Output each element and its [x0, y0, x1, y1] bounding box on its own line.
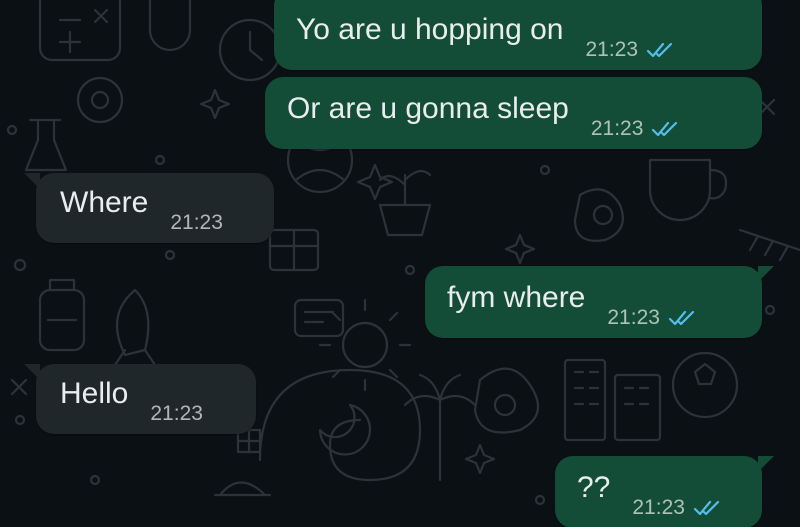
message-time: 21:23	[170, 211, 223, 234]
bubble-tail	[24, 364, 40, 380]
message-bubble-outgoing[interactable]: Or are u gonna sleep 21:23	[265, 77, 762, 149]
message-text: Where	[60, 186, 149, 219]
bubble-tail	[758, 456, 774, 472]
message-text: Or are u gonna sleep	[287, 92, 569, 125]
message-text: fym where	[447, 281, 586, 314]
message-meta: 21:23	[591, 117, 682, 141]
message-time: 21:23	[585, 38, 639, 61]
message-meta: 21:23	[170, 211, 223, 235]
message-bubble-outgoing[interactable]: Yo are u hopping on 21:23	[274, 0, 774, 70]
message-meta: 21:23	[632, 496, 723, 520]
message-time: 21:23	[607, 306, 660, 329]
message-text: Yo are u hopping on	[296, 13, 564, 46]
message-bubble-outgoing[interactable]: ?? 21:23	[555, 456, 774, 527]
double-check-icon	[693, 500, 720, 516]
message-text: ??	[577, 471, 611, 504]
double-check-icon	[652, 121, 678, 137]
chat-view[interactable]: Yo are u hopping on 21:23 Or are u gonna…	[0, 0, 800, 527]
message-meta: 21:23	[607, 306, 698, 330]
message-bubble-incoming[interactable]: Hello 21:23	[24, 364, 256, 434]
message-time: 21:23	[632, 496, 685, 519]
bubble-tail	[758, 266, 774, 282]
double-check-icon	[646, 42, 673, 58]
message-time: 21:23	[590, 117, 644, 140]
message-meta: 21:23	[150, 402, 203, 426]
bubble-tail	[24, 173, 40, 189]
message-time: 21:23	[150, 402, 203, 425]
message-text: Hello	[60, 377, 129, 410]
message-meta: 21:23	[585, 38, 676, 62]
message-bubble-incoming[interactable]: Where 21:23	[24, 173, 274, 243]
message-bubble-outgoing[interactable]: fym where 21:23	[425, 266, 774, 338]
double-check-icon	[668, 310, 695, 326]
bubble-tail	[758, 0, 774, 4]
